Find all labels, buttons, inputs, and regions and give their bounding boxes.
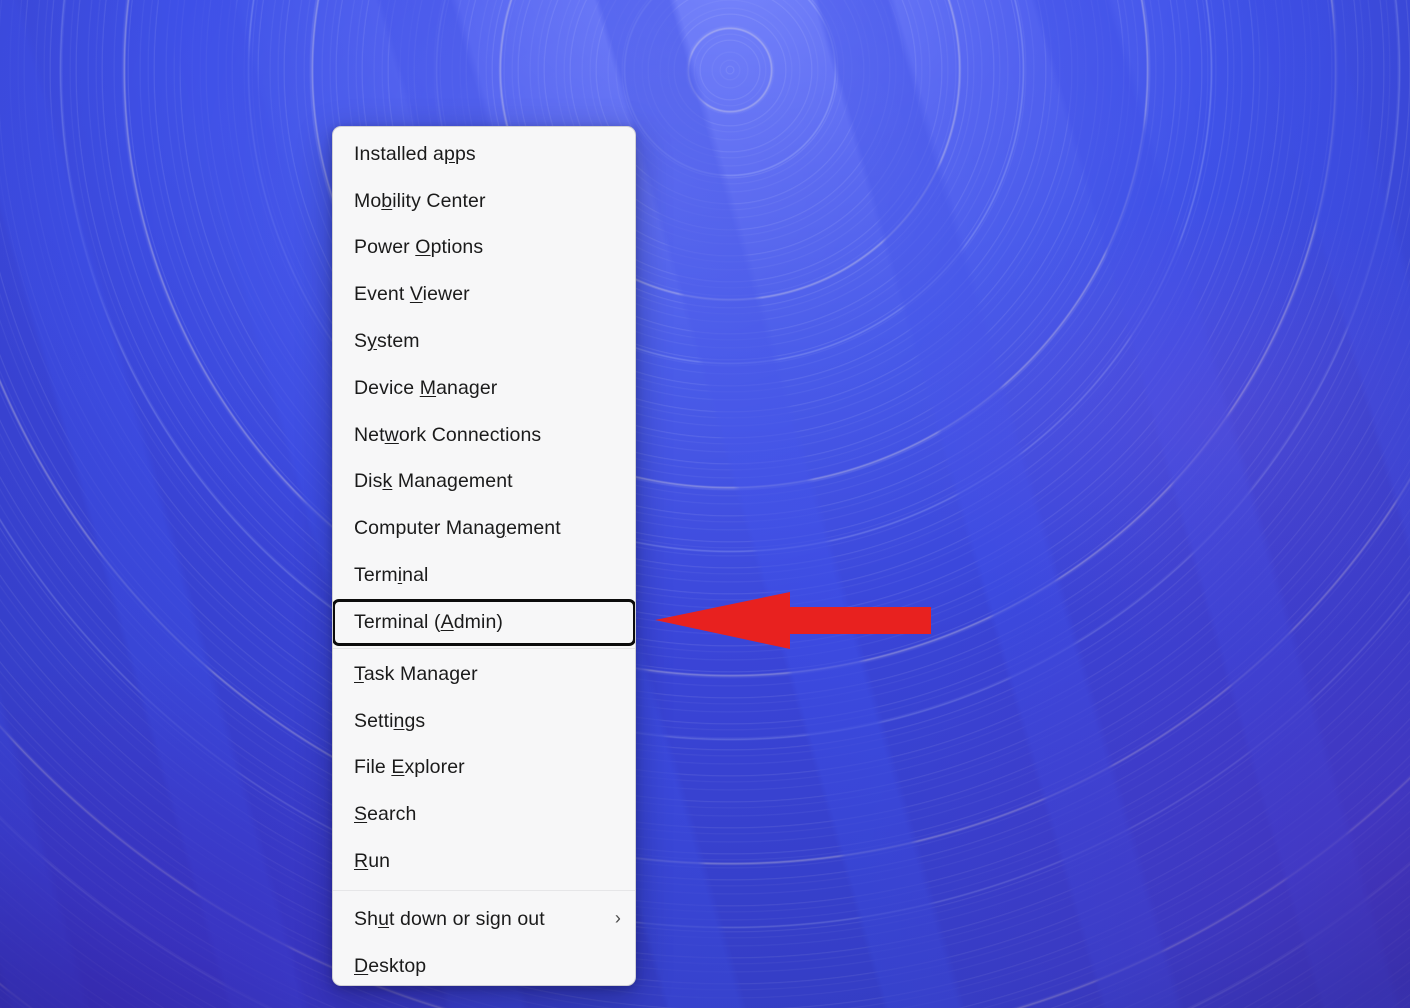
menu-item-terminal[interactable]: Terminal: [333, 552, 635, 599]
menu-item-label: Desktop: [354, 954, 427, 977]
menu-item-label: Network Connections: [354, 423, 542, 446]
tools-group: Installed apps Mobility Center Power Optio…: [333, 131, 635, 885]
menu-item-task-manager[interactable]: Task Manager: [333, 651, 635, 698]
menu-item-power-options[interactable]: Power Options: [333, 225, 635, 272]
menu-item-label: File Explorer: [354, 756, 465, 779]
menu-item-label: Terminal: [354, 564, 429, 587]
menu-item-label: Search: [354, 803, 417, 826]
session-group: Shut down or sign out › Desktop: [333, 896, 635, 985]
menu-item-file-explorer[interactable]: File Explorer: [333, 745, 635, 792]
menu-separator: [333, 889, 635, 891]
menu-item-system[interactable]: System: [333, 318, 635, 365]
power-user-menu[interactable]: Installed apps Mobility Center Power Optio…: [332, 126, 636, 986]
menu-item-label: Computer Management: [354, 517, 561, 540]
menu-item-network-connections[interactable]: Network Connections: [333, 412, 635, 459]
menu-item-label: Device Manager: [354, 376, 498, 399]
menu-item-label: Disk Management: [354, 470, 513, 493]
menu-item-device-manager[interactable]: Device Manager: [333, 365, 635, 412]
menu-item-mobility-center[interactable]: Mobility Center: [333, 178, 635, 225]
menu-item-computer-management[interactable]: Computer Management: [333, 505, 635, 552]
chevron-right-icon: ›: [614, 908, 621, 929]
windows-desktop[interactable]: Installed apps Mobility Center Power Optio…: [0, 0, 1410, 1008]
wallpaper-vignette: [0, 0, 1410, 1008]
menu-item-label: Shut down or sign out: [354, 907, 545, 930]
menu-item-desktop[interactable]: Desktop: [333, 943, 635, 985]
menu-item-installed-apps[interactable]: Installed apps: [333, 131, 635, 178]
menu-item-label: Mobility Center: [354, 189, 486, 212]
menu-item-label: Task Manager: [354, 662, 478, 685]
menu-item-label: Power Options: [354, 236, 484, 259]
menu-item-shut-down-or-sign-out[interactable]: Shut down or sign out ›: [333, 896, 635, 943]
menu-separator: [333, 647, 635, 649]
menu-item-label: System: [354, 330, 420, 353]
menu-item-disk-management[interactable]: Disk Management: [333, 459, 635, 506]
menu-item-terminal-admin[interactable]: Terminal (Admin): [333, 598, 635, 646]
menu-item-label: Run: [354, 850, 391, 873]
menu-item-label: Event Viewer: [354, 283, 470, 306]
menu-item-search[interactable]: Search: [333, 791, 635, 838]
menu-item-label: Terminal (Admin): [354, 610, 503, 633]
menu-item-run[interactable]: Run: [333, 838, 635, 885]
menu-item-label: Installed apps: [354, 142, 476, 165]
menu-item-event-viewer[interactable]: Event Viewer: [333, 271, 635, 318]
menu-item-label: Settings: [354, 709, 426, 732]
menu-item-settings[interactable]: Settings: [333, 698, 635, 745]
